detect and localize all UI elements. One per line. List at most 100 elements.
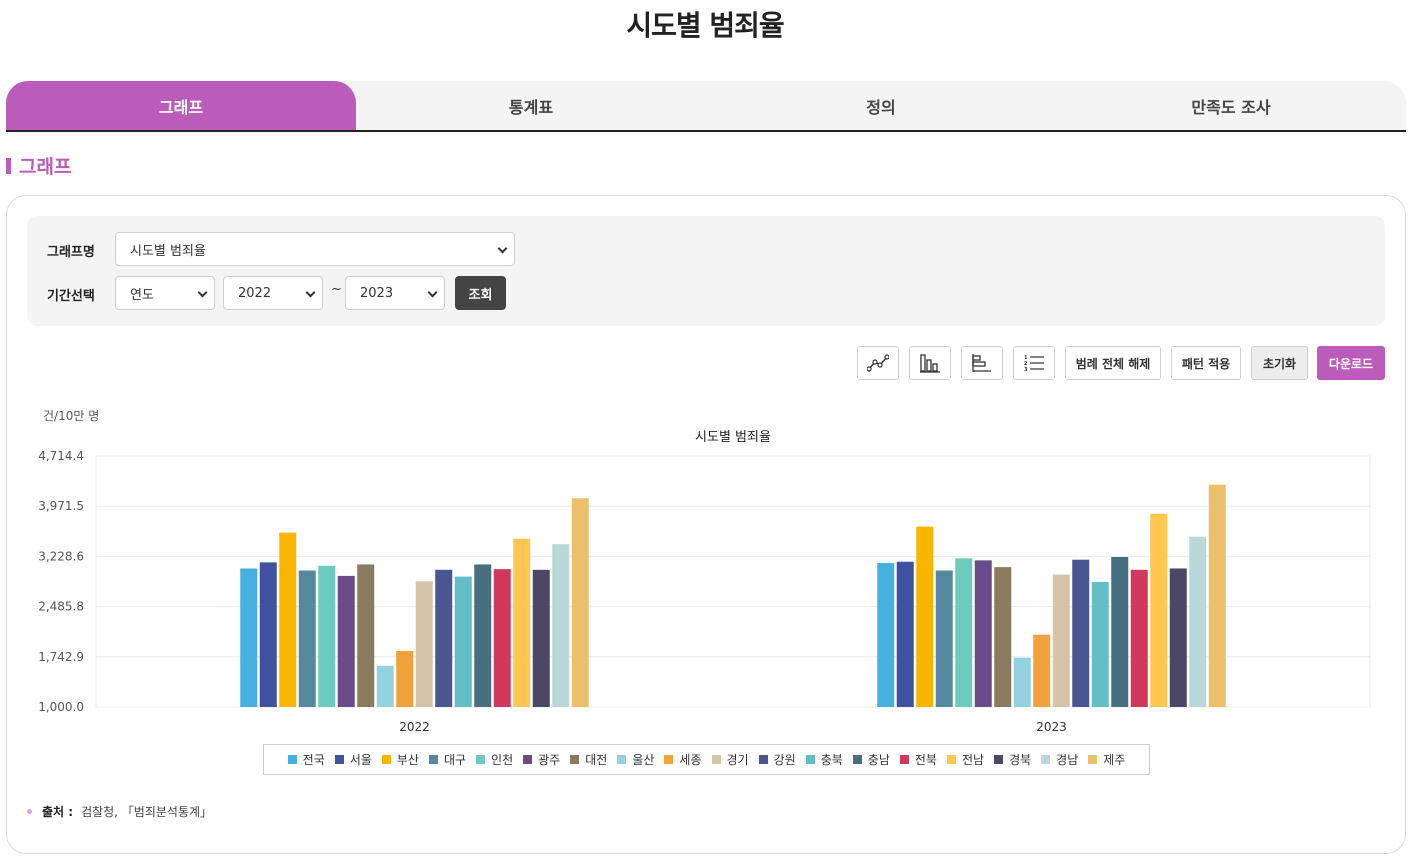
legend-item[interactable]: 광주 — [523, 751, 560, 768]
page-title: 시도별 범죄율 — [626, 9, 784, 42]
legend-item[interactable]: 경북 — [994, 751, 1031, 768]
bar — [1150, 513, 1168, 707]
legend-swatch — [852, 755, 862, 764]
tab-definition[interactable]: 정의 — [706, 81, 1056, 130]
bullet-icon — [27, 809, 32, 814]
legend-swatch — [381, 755, 391, 764]
legend-swatch — [1041, 755, 1051, 764]
y-tick-label: 4,714.4 — [38, 449, 84, 463]
bar — [955, 558, 973, 707]
legend-item[interactable]: 경기 — [711, 751, 749, 768]
bar — [298, 570, 316, 707]
legend-label: 대구 — [443, 753, 467, 767]
legend-item[interactable]: 전국 — [287, 751, 325, 768]
y-tick-label: 1,742.9 — [38, 650, 84, 664]
bar — [454, 576, 472, 707]
y-tick-label: 1,000.0 — [38, 700, 84, 714]
legend-swatch — [428, 755, 438, 764]
legend-label: 전북 — [914, 753, 937, 767]
legend-item[interactable]: 전남 — [946, 751, 985, 768]
bar — [935, 570, 953, 707]
bar — [318, 565, 336, 707]
x-tick-label: 2022 — [399, 720, 430, 734]
bar — [916, 526, 934, 707]
bar — [1072, 559, 1090, 707]
tab-bar: 그래프 통계표 정의 만족도 조사 — [6, 81, 1406, 132]
bar — [279, 532, 297, 707]
legend-swatch — [758, 755, 768, 764]
legend-swatch — [287, 755, 297, 764]
legend-label: 제주 — [1103, 753, 1126, 767]
legend-item[interactable]: 인천 — [476, 751, 513, 768]
legend-item[interactable]: 충북 — [805, 751, 843, 768]
chart-legend: 전국 서울 부산 대구 인천 광주 대전 울산 세종 경기 강원 충북 충남 전북 전남 경북 경남 제주 — [263, 744, 1150, 775]
legend-item[interactable]: 전북 — [899, 751, 937, 768]
legend-swatch — [805, 755, 815, 764]
bar — [474, 564, 492, 707]
legend-swatch — [523, 755, 533, 764]
tab-survey[interactable]: 만족도 조사 — [1056, 81, 1406, 130]
y-tick-label: 3,228.6 — [38, 549, 84, 563]
legend-item[interactable]: 부산 — [381, 751, 419, 768]
legend-item[interactable]: 경남 — [1041, 751, 1078, 768]
legend-item[interactable]: 세종 — [664, 751, 702, 768]
legend-swatch — [1088, 755, 1098, 764]
section-title: 그래프 — [6, 152, 71, 179]
legend-swatch — [899, 755, 909, 764]
x-tick-label: 2023 — [1036, 720, 1067, 734]
bar — [1111, 556, 1129, 707]
legend-item[interactable]: 울산 — [617, 751, 654, 768]
legend-label: 충남 — [867, 753, 890, 767]
legend-label: 대전 — [585, 753, 608, 767]
tab-table[interactable]: 통계표 — [356, 81, 706, 130]
bar — [1169, 568, 1187, 707]
graph-panel: 그래프명 시도별 범죄율 기간선택 연도 2022 ~ 2023 조회 1 2 … — [6, 195, 1406, 854]
source-label: 출처 : — [42, 805, 74, 819]
legend-item[interactable]: 제주 — [1088, 751, 1125, 768]
legend-item[interactable]: 강원 — [758, 751, 796, 768]
bar — [974, 560, 992, 707]
bar — [571, 498, 589, 707]
legend-swatch — [476, 755, 486, 764]
bar — [376, 665, 394, 707]
legend-label: 전국 — [302, 753, 325, 767]
bar-chart: 1,000.0 1,742.9 2,485.8 3,228.6 3,971.5 4,714… — [38, 430, 1371, 734]
legend-swatch — [617, 755, 627, 764]
bar — [877, 563, 895, 707]
legend-swatch — [664, 755, 674, 764]
legend-label: 서울 — [349, 753, 372, 767]
bar — [357, 564, 375, 707]
legend-label: 경남 — [1056, 753, 1079, 767]
bar — [435, 569, 453, 707]
bar — [1189, 536, 1207, 707]
legend-item[interactable]: 대전 — [570, 751, 607, 768]
legend-item[interactable]: 서울 — [334, 751, 372, 768]
bar — [994, 567, 1012, 707]
legend-swatch — [570, 755, 580, 764]
tab-graph[interactable]: 그래프 — [6, 81, 356, 130]
legend-label: 부산 — [396, 753, 419, 767]
legend-label: 경기 — [726, 753, 749, 767]
chart-title: 시도별 범죄율 — [695, 430, 771, 445]
bar — [1033, 634, 1051, 707]
bar — [1208, 484, 1226, 707]
bar — [552, 544, 570, 707]
legend-label: 인천 — [491, 753, 514, 767]
bar — [415, 581, 433, 707]
legend-item[interactable]: 대구 — [428, 751, 467, 768]
y-tick-label: 2,485.8 — [38, 600, 84, 614]
legend-label: 세종 — [679, 753, 702, 767]
bar — [240, 568, 258, 707]
legend-label: 충북 — [820, 753, 843, 767]
bar — [1052, 574, 1070, 707]
legend-label: 전남 — [961, 753, 985, 767]
legend-item[interactable]: 충남 — [852, 751, 890, 768]
source-note: 출처 : 검찰청, 「범죄분석통계」 — [27, 803, 212, 820]
legend-swatch — [711, 755, 721, 764]
legend-swatch — [334, 755, 344, 764]
bar — [513, 538, 531, 707]
legend-label: 강원 — [773, 753, 796, 767]
bar — [532, 569, 550, 707]
source-text: 검찰청, 「범죄분석통계」 — [81, 805, 213, 819]
legend-label: 광주 — [538, 753, 561, 767]
